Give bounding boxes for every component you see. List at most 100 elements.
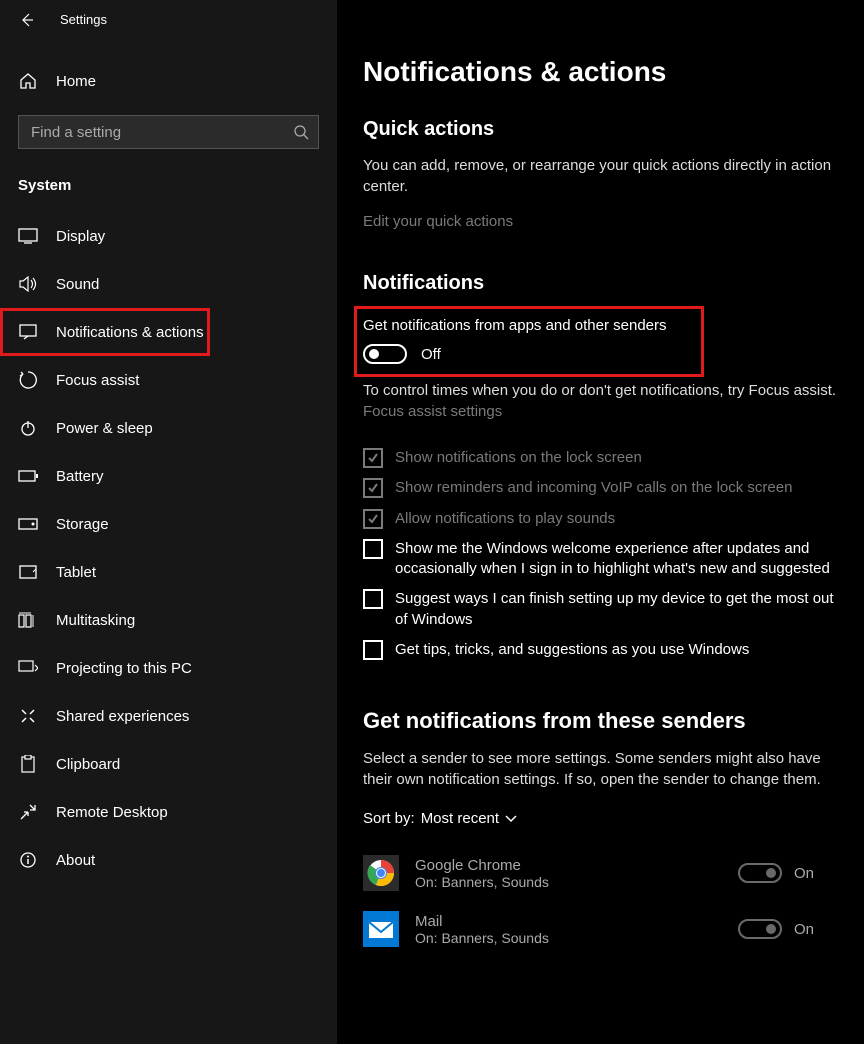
sort-value: Most recent bbox=[421, 810, 499, 827]
sidebar-item-projecting[interactable]: Projecting to this PC bbox=[0, 644, 337, 692]
check-reminders[interactable]: Show reminders and incoming VoIP calls o… bbox=[363, 478, 838, 498]
battery-icon bbox=[18, 466, 38, 486]
sidebar-item-focus-assist[interactable]: Focus assist bbox=[0, 356, 337, 404]
sidebar-item-label: Storage bbox=[56, 516, 109, 533]
check-sounds[interactable]: Allow notifications to play sounds bbox=[363, 509, 838, 529]
sidebar-home[interactable]: Home bbox=[0, 61, 337, 101]
notifications-title: Notifications bbox=[363, 272, 838, 295]
senders-title: Get notifications from these senders bbox=[363, 708, 838, 734]
checkbox-icon[interactable] bbox=[363, 539, 383, 559]
sidebar-item-label: Projecting to this PC bbox=[56, 660, 192, 677]
display-icon bbox=[18, 226, 38, 246]
sidebar: Settings Home System Display Sound Notif… bbox=[0, 0, 337, 1044]
sender-name: Mail bbox=[415, 913, 722, 930]
sender-toggle-state: On bbox=[794, 865, 814, 882]
focus-assist-link[interactable]: Focus assist settings bbox=[363, 403, 502, 420]
sort-row[interactable]: Sort by: Most recent bbox=[363, 810, 838, 827]
sidebar-item-label: Remote Desktop bbox=[56, 804, 168, 821]
page-title: Notifications & actions bbox=[363, 56, 838, 88]
chevron-down-icon bbox=[505, 815, 517, 823]
checkbox-icon[interactable] bbox=[363, 478, 383, 498]
main-toggle-label: Get notifications from apps and other se… bbox=[363, 317, 695, 334]
titlebar: Settings bbox=[0, 8, 337, 43]
sidebar-item-remote[interactable]: Remote Desktop bbox=[0, 788, 337, 836]
notifications-icon bbox=[18, 322, 38, 342]
sidebar-item-label: Power & sleep bbox=[56, 420, 153, 437]
sidebar-item-display[interactable]: Display bbox=[0, 212, 337, 260]
sidebar-item-label: Clipboard bbox=[56, 756, 120, 773]
power-icon bbox=[18, 418, 38, 438]
main-toggle[interactable] bbox=[363, 344, 407, 364]
focus-assist-icon bbox=[18, 370, 38, 390]
storage-icon bbox=[18, 514, 38, 534]
clipboard-icon bbox=[18, 754, 38, 774]
sidebar-item-battery[interactable]: Battery bbox=[0, 452, 337, 500]
shared-icon bbox=[18, 706, 38, 726]
sender-name: Google Chrome bbox=[415, 857, 722, 874]
sidebar-item-label: Tablet bbox=[56, 564, 96, 581]
back-icon[interactable] bbox=[20, 13, 34, 27]
sidebar-item-label: Notifications & actions bbox=[56, 324, 204, 341]
checkbox-icon[interactable] bbox=[363, 448, 383, 468]
main-toggle-state: Off bbox=[421, 346, 441, 363]
focus-assist-text: To control times when you do or don't ge… bbox=[363, 380, 838, 401]
check-lock-screen[interactable]: Show notifications on the lock screen bbox=[363, 448, 838, 468]
check-label: Show reminders and incoming VoIP calls o… bbox=[395, 478, 838, 498]
checkbox-icon[interactable] bbox=[363, 589, 383, 609]
check-setup[interactable]: Suggest ways I can finish setting up my … bbox=[363, 589, 838, 630]
chrome-icon bbox=[363, 855, 399, 891]
sidebar-item-label: Focus assist bbox=[56, 372, 139, 389]
sidebar-item-label: Multitasking bbox=[56, 612, 135, 629]
sender-row-chrome[interactable]: Google Chrome On: Banners, Sounds On bbox=[363, 845, 838, 901]
home-icon bbox=[18, 71, 38, 91]
sidebar-item-label: Shared experiences bbox=[56, 708, 189, 725]
sidebar-item-about[interactable]: About bbox=[0, 836, 337, 884]
senders-desc: Select a sender to see more settings. So… bbox=[363, 748, 838, 790]
app-title: Settings bbox=[60, 12, 107, 27]
sidebar-section-label: System bbox=[0, 167, 337, 212]
sidebar-item-label: Battery bbox=[56, 468, 104, 485]
search-input[interactable] bbox=[18, 115, 319, 149]
check-label: Get tips, tricks, and suggestions as you… bbox=[395, 640, 838, 660]
sidebar-item-label: About bbox=[56, 852, 95, 869]
main-panel: Notifications & actions Quick actions Yo… bbox=[337, 0, 864, 1044]
sender-row-mail[interactable]: Mail On: Banners, Sounds On bbox=[363, 901, 838, 957]
sidebar-item-multitasking[interactable]: Multitasking bbox=[0, 596, 337, 644]
sidebar-item-label: Display bbox=[56, 228, 105, 245]
checkbox-icon[interactable] bbox=[363, 640, 383, 660]
multitasking-icon bbox=[18, 610, 38, 630]
projecting-icon bbox=[18, 658, 38, 678]
sender-toggle[interactable] bbox=[738, 863, 782, 883]
check-welcome[interactable]: Show me the Windows welcome experience a… bbox=[363, 539, 838, 580]
sender-toggle[interactable] bbox=[738, 919, 782, 939]
mail-icon bbox=[363, 911, 399, 947]
sidebar-item-shared[interactable]: Shared experiences bbox=[0, 692, 337, 740]
sound-icon bbox=[18, 274, 38, 294]
sidebar-item-tablet[interactable]: Tablet bbox=[0, 548, 337, 596]
sender-sub: On: Banners, Sounds bbox=[415, 930, 722, 946]
check-label: Show me the Windows welcome experience a… bbox=[395, 539, 838, 580]
sort-label: Sort by: bbox=[363, 810, 415, 827]
quick-actions-title: Quick actions bbox=[363, 118, 838, 141]
sidebar-item-clipboard[interactable]: Clipboard bbox=[0, 740, 337, 788]
check-label: Suggest ways I can finish setting up my … bbox=[395, 589, 838, 630]
remote-icon bbox=[18, 802, 38, 822]
search-icon bbox=[293, 124, 309, 140]
edit-quick-actions-link[interactable]: Edit your quick actions bbox=[363, 213, 513, 230]
checkbox-icon[interactable] bbox=[363, 509, 383, 529]
home-label: Home bbox=[56, 73, 96, 90]
sidebar-item-storage[interactable]: Storage bbox=[0, 500, 337, 548]
check-tips[interactable]: Get tips, tricks, and suggestions as you… bbox=[363, 640, 838, 660]
quick-actions-desc: You can add, remove, or rearrange your q… bbox=[363, 155, 838, 197]
check-label: Allow notifications to play sounds bbox=[395, 509, 838, 529]
tablet-icon bbox=[18, 562, 38, 582]
search-wrap bbox=[0, 115, 337, 167]
sidebar-item-power[interactable]: Power & sleep bbox=[0, 404, 337, 452]
sidebar-item-notifications[interactable]: Notifications & actions bbox=[0, 308, 210, 356]
about-icon bbox=[18, 850, 38, 870]
main-notifications-toggle-block: Get notifications from apps and other se… bbox=[357, 309, 701, 374]
sidebar-item-sound[interactable]: Sound bbox=[0, 260, 337, 308]
sidebar-item-label: Sound bbox=[56, 276, 99, 293]
sender-toggle-state: On bbox=[794, 921, 814, 938]
sender-sub: On: Banners, Sounds bbox=[415, 874, 722, 890]
